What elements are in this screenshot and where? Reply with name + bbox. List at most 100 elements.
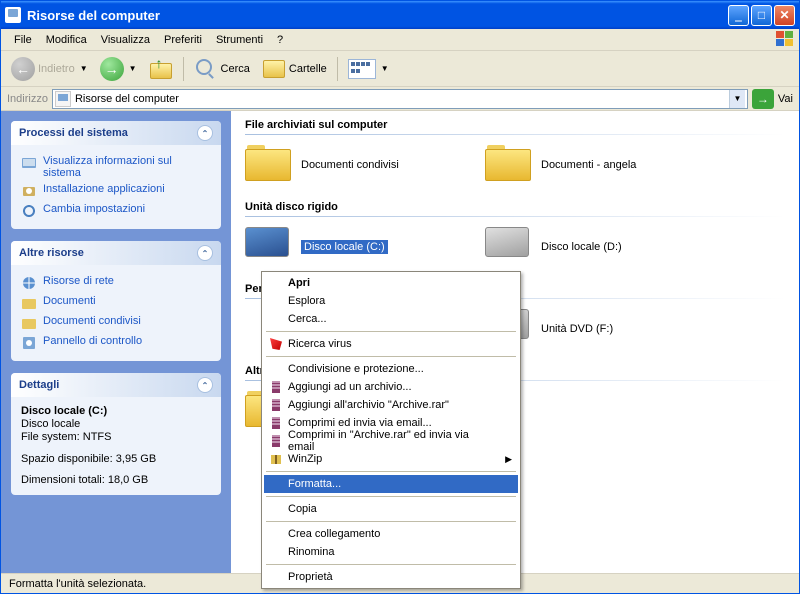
go-button[interactable]: → (752, 89, 774, 109)
explorer-window: Risorse del computer ‗ □ ✕ File Modifica… (0, 0, 800, 594)
panel-header[interactable]: Dettagli ⌃ (11, 373, 221, 397)
collapse-icon[interactable]: ⌃ (197, 245, 213, 261)
context-separator (266, 521, 516, 522)
context-item-label: Proprietà (288, 571, 333, 583)
context-item-label: Condivisione e protezione... (288, 363, 424, 375)
view-icon (348, 59, 376, 79)
chevron-down-icon: ▼ (129, 64, 137, 73)
context-separator (266, 471, 516, 472)
folder-icon (245, 145, 289, 179)
back-label: Indietro (38, 63, 75, 75)
context-item[interactable]: Aggiungi ad un archivio... (264, 378, 518, 396)
menu-strumenti[interactable]: Strumenti (209, 32, 270, 48)
rar-icon (268, 397, 284, 413)
context-item[interactable]: Apri (264, 274, 518, 292)
context-item[interactable]: Aggiungi all'archivio "Archive.rar" (264, 396, 518, 414)
context-separator (266, 564, 516, 565)
address-value: Risorse del computer (75, 93, 179, 105)
section-hard-disks: Unità disco rigido (231, 193, 799, 217)
context-item[interactable]: Formatta... (264, 475, 518, 493)
context-separator (266, 356, 516, 357)
link-add-remove[interactable]: Installazione applicazioni (21, 181, 211, 201)
collapse-icon[interactable]: ⌃ (197, 125, 213, 141)
titlebar: Risorse del computer ‗ □ ✕ (1, 1, 799, 29)
link-system-info[interactable]: Visualizza informazioni sul sistema (21, 153, 211, 181)
item-disk-d[interactable]: Disco locale (D:) (485, 227, 705, 267)
menu-preferiti[interactable]: Preferiti (157, 32, 209, 48)
context-item[interactable]: Cerca... (264, 310, 518, 328)
context-item[interactable]: Crea collegamento (264, 525, 518, 543)
menu-file[interactable]: File (7, 32, 39, 48)
item-user-docs[interactable]: Documenti - angela (485, 145, 705, 185)
settings-icon (21, 203, 37, 219)
view-button[interactable]: ▼ (344, 57, 393, 81)
disk-icon (245, 227, 289, 257)
menubar: File Modifica Visualizza Preferiti Strum… (1, 29, 799, 51)
address-input[interactable]: Risorse del computer ▼ (52, 89, 748, 109)
context-item[interactable]: Copia (264, 500, 518, 518)
minimize-button[interactable]: ‗ (728, 5, 749, 26)
up-button[interactable] (145, 55, 177, 83)
control-panel-icon (21, 335, 37, 351)
menu-modifica[interactable]: Modifica (39, 32, 94, 48)
close-button[interactable]: ✕ (774, 5, 795, 26)
folder-icon (485, 145, 529, 179)
menu-visualizza[interactable]: Visualizza (94, 32, 157, 48)
folder-icon (21, 315, 37, 331)
maximize-button[interactable]: □ (751, 5, 772, 26)
folder-icon (21, 295, 37, 311)
address-bar: Indirizzo Risorse del computer ▼ → Vai (1, 87, 799, 111)
context-item[interactable]: Condivisione e protezione... (264, 360, 518, 378)
address-dropdown[interactable]: ▼ (729, 90, 745, 108)
sidebar: Processi del sistema ⌃ Visualizza inform… (1, 111, 231, 573)
context-item-label: Esplora (288, 295, 325, 307)
item-disk-c[interactable]: Disco locale (C:) (245, 227, 465, 267)
link-change-settings[interactable]: Cambia impostazioni (21, 201, 211, 221)
search-button[interactable]: Cerca (190, 55, 254, 83)
context-item-label: Cerca... (288, 313, 327, 325)
context-item-label: Aggiungi all'archivio "Archive.rar" (288, 399, 449, 411)
zip-icon (268, 451, 284, 467)
context-item-label: Formatta... (288, 478, 341, 490)
context-item-label: Copia (288, 503, 317, 515)
submenu-arrow-icon: ▶ (505, 454, 512, 465)
panel-header[interactable]: Altre risorse ⌃ (11, 241, 221, 265)
panel-system-tasks: Processi del sistema ⌃ Visualizza inform… (11, 121, 221, 229)
back-button: ← Indietro ▼ (7, 55, 92, 83)
context-item[interactable]: Ricerca virus (264, 335, 518, 353)
detail-type: Disco locale (21, 418, 211, 431)
detail-name: Disco locale (C:) (21, 405, 211, 418)
link-network[interactable]: Risorse di rete (21, 273, 211, 293)
link-control-panel[interactable]: Pannello di controllo (21, 333, 211, 353)
menu-help[interactable]: ? (270, 32, 290, 48)
folders-button[interactable]: Cartelle (258, 55, 331, 83)
address-label: Indirizzo (7, 93, 48, 105)
toolbar-separator (337, 57, 338, 81)
info-icon (21, 155, 37, 171)
context-item[interactable]: Rinomina (264, 543, 518, 561)
item-shared-docs[interactable]: Documenti condivisi (245, 145, 465, 185)
collapse-icon[interactable]: ⌃ (197, 377, 213, 393)
context-item-label: Apri (288, 277, 310, 289)
context-item[interactable]: Esplora (264, 292, 518, 310)
section-files: File archiviati sul computer (231, 111, 799, 135)
panel-title: Dettagli (19, 379, 59, 391)
context-item-label: Ricerca virus (288, 338, 352, 350)
context-item-label: Comprimi ed invia via email... (288, 417, 432, 429)
context-item[interactable]: WinZip ▶ (264, 450, 518, 468)
context-item-label: WinZip (288, 453, 322, 465)
search-label: Cerca (221, 63, 250, 75)
context-item[interactable]: Comprimi in "Archive.rar" ed invia via e… (264, 432, 518, 450)
panel-details: Dettagli ⌃ Disco locale (C:) Disco local… (11, 373, 221, 495)
context-item[interactable]: Proprietà (264, 568, 518, 586)
toolbar-separator (183, 57, 184, 81)
forward-button[interactable]: → ▼ (96, 55, 141, 83)
context-separator (266, 331, 516, 332)
link-shared-docs[interactable]: Documenti condivisi (21, 313, 211, 333)
rar-icon (268, 379, 284, 395)
context-item-label: Rinomina (288, 546, 334, 558)
addremove-icon (21, 183, 37, 199)
titlebar-icon (5, 7, 21, 23)
panel-header[interactable]: Processi del sistema ⌃ (11, 121, 221, 145)
link-documents[interactable]: Documenti (21, 293, 211, 313)
